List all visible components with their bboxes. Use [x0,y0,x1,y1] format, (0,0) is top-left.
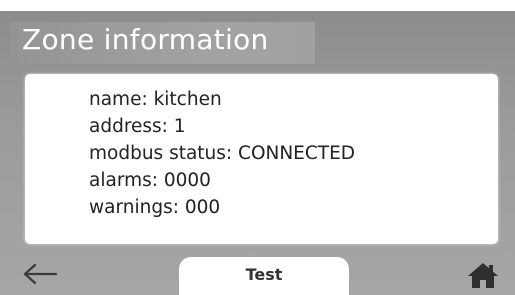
modbus-status: modbus status: CONNECTED [89,143,356,164]
test-button[interactable]: Test [179,257,349,295]
title-bar: Zone information [10,22,315,64]
zone-name: name: kitchen [89,89,222,110]
zone-address: address: 1 [89,116,186,137]
home-icon [468,263,498,288]
back-button[interactable] [20,259,60,289]
arrow-left-icon [23,263,58,285]
zone-info-panel: name: kitchen address: 1 modbus status: … [25,74,498,244]
zone-warnings: warnings: 000 [89,197,221,218]
home-button[interactable] [467,261,499,289]
zone-information-screen: Zone information name: kitchen address: … [0,11,515,295]
zone-alarms: alarms: 0000 [89,170,211,191]
zone-info-list: name: kitchen address: 1 modbus status: … [89,86,355,221]
bottom-bar: Test [0,251,515,295]
page-title: Zone information [22,23,269,56]
